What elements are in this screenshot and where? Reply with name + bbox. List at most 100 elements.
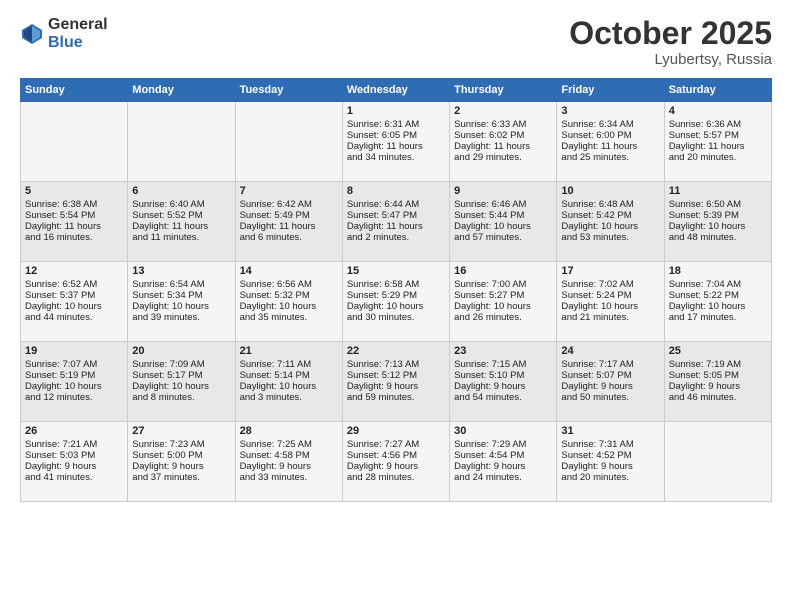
day-info: Daylight: 9 hours <box>561 381 659 392</box>
day-info: and 39 minutes. <box>132 312 230 323</box>
day-info: Daylight: 10 hours <box>240 381 338 392</box>
day-info: Sunset: 5:37 PM <box>25 290 123 301</box>
day-info: Daylight: 9 hours <box>132 461 230 472</box>
calendar-cell <box>235 102 342 182</box>
calendar-cell: 26Sunrise: 7:21 AMSunset: 5:03 PMDayligh… <box>21 422 128 502</box>
day-info: Sunrise: 7:23 AM <box>132 439 230 450</box>
day-number: 13 <box>132 265 230 277</box>
day-info: Daylight: 9 hours <box>347 381 445 392</box>
logo-icon <box>20 22 44 46</box>
day-number: 19 <box>25 345 123 357</box>
day-info: Sunrise: 6:48 AM <box>561 199 659 210</box>
day-number: 4 <box>669 105 767 117</box>
day-info: Sunrise: 7:19 AM <box>669 359 767 370</box>
day-info: Sunset: 5:19 PM <box>25 370 123 381</box>
calendar-cell: 23Sunrise: 7:15 AMSunset: 5:10 PMDayligh… <box>450 342 557 422</box>
day-info: Daylight: 9 hours <box>347 461 445 472</box>
day-info: and 8 minutes. <box>132 392 230 403</box>
day-info: Sunset: 5:05 PM <box>669 370 767 381</box>
day-info: Sunrise: 7:27 AM <box>347 439 445 450</box>
calendar-cell: 6Sunrise: 6:40 AMSunset: 5:52 PMDaylight… <box>128 182 235 262</box>
day-info: Sunset: 5:29 PM <box>347 290 445 301</box>
day-info: Daylight: 10 hours <box>561 301 659 312</box>
calendar-week-row: 1Sunrise: 6:31 AMSunset: 6:05 PMDaylight… <box>21 102 772 182</box>
day-number: 27 <box>132 425 230 437</box>
calendar-cell: 28Sunrise: 7:25 AMSunset: 4:58 PMDayligh… <box>235 422 342 502</box>
day-info: and 59 minutes. <box>347 392 445 403</box>
calendar-week-row: 5Sunrise: 6:38 AMSunset: 5:54 PMDaylight… <box>21 182 772 262</box>
day-info: Daylight: 11 hours <box>240 221 338 232</box>
calendar-page: General Blue October 2025 Lyubertsy, Rus… <box>0 0 792 612</box>
calendar-week-row: 12Sunrise: 6:52 AMSunset: 5:37 PMDayligh… <box>21 262 772 342</box>
day-info: Sunrise: 7:17 AM <box>561 359 659 370</box>
day-number: 1 <box>347 105 445 117</box>
day-info: Daylight: 11 hours <box>454 141 552 152</box>
day-number: 25 <box>669 345 767 357</box>
calendar-cell: 21Sunrise: 7:11 AMSunset: 5:14 PMDayligh… <box>235 342 342 422</box>
day-info: Sunset: 4:58 PM <box>240 450 338 461</box>
day-info: Sunset: 5:12 PM <box>347 370 445 381</box>
day-info: and 28 minutes. <box>347 472 445 483</box>
logo-general-text: General <box>48 16 108 34</box>
logo: General Blue <box>20 16 108 51</box>
day-info: and 48 minutes. <box>669 232 767 243</box>
day-number: 31 <box>561 425 659 437</box>
day-info: Sunset: 6:00 PM <box>561 130 659 141</box>
day-info: Sunset: 5:42 PM <box>561 210 659 221</box>
day-info: Sunrise: 7:04 AM <box>669 279 767 290</box>
day-number: 22 <box>347 345 445 357</box>
day-info: and 21 minutes. <box>561 312 659 323</box>
calendar-cell: 8Sunrise: 6:44 AMSunset: 5:47 PMDaylight… <box>342 182 449 262</box>
calendar-cell: 15Sunrise: 6:58 AMSunset: 5:29 PMDayligh… <box>342 262 449 342</box>
day-info: Daylight: 11 hours <box>347 141 445 152</box>
day-info: Daylight: 10 hours <box>454 301 552 312</box>
day-number: 24 <box>561 345 659 357</box>
day-info: Sunset: 5:24 PM <box>561 290 659 301</box>
day-info: and 2 minutes. <box>347 232 445 243</box>
calendar-cell: 4Sunrise: 6:36 AMSunset: 5:57 PMDaylight… <box>664 102 771 182</box>
calendar-table: SundayMondayTuesdayWednesdayThursdayFrid… <box>20 78 772 502</box>
day-info: Sunrise: 7:13 AM <box>347 359 445 370</box>
day-info: Daylight: 9 hours <box>454 381 552 392</box>
day-info: Sunrise: 6:46 AM <box>454 199 552 210</box>
day-info: Daylight: 10 hours <box>25 381 123 392</box>
day-number: 16 <box>454 265 552 277</box>
day-info: Sunrise: 6:56 AM <box>240 279 338 290</box>
day-info: Daylight: 9 hours <box>454 461 552 472</box>
day-info: Daylight: 10 hours <box>132 381 230 392</box>
day-info: Sunset: 5:47 PM <box>347 210 445 221</box>
calendar-cell: 25Sunrise: 7:19 AMSunset: 5:05 PMDayligh… <box>664 342 771 422</box>
day-info: Sunset: 5:17 PM <box>132 370 230 381</box>
day-info: Sunrise: 6:31 AM <box>347 119 445 130</box>
day-number: 5 <box>25 185 123 197</box>
day-info: Sunrise: 6:58 AM <box>347 279 445 290</box>
calendar-week-row: 19Sunrise: 7:07 AMSunset: 5:19 PMDayligh… <box>21 342 772 422</box>
day-info: Sunrise: 7:00 AM <box>454 279 552 290</box>
day-info: and 12 minutes. <box>25 392 123 403</box>
day-number: 14 <box>240 265 338 277</box>
day-info: and 35 minutes. <box>240 312 338 323</box>
day-info: Sunrise: 6:33 AM <box>454 119 552 130</box>
day-info: and 25 minutes. <box>561 152 659 163</box>
calendar-cell: 24Sunrise: 7:17 AMSunset: 5:07 PMDayligh… <box>557 342 664 422</box>
calendar-cell: 30Sunrise: 7:29 AMSunset: 4:54 PMDayligh… <box>450 422 557 502</box>
day-info: and 34 minutes. <box>347 152 445 163</box>
location: Lyubertsy, Russia <box>569 51 772 68</box>
day-info: Daylight: 10 hours <box>669 301 767 312</box>
day-info: Daylight: 10 hours <box>669 221 767 232</box>
day-info: Daylight: 9 hours <box>240 461 338 472</box>
day-info: and 11 minutes. <box>132 232 230 243</box>
day-info: and 20 minutes. <box>561 472 659 483</box>
day-info: Sunset: 5:10 PM <box>454 370 552 381</box>
day-info: Sunrise: 7:11 AM <box>240 359 338 370</box>
day-info: Sunrise: 6:52 AM <box>25 279 123 290</box>
calendar-cell: 1Sunrise: 6:31 AMSunset: 6:05 PMDaylight… <box>342 102 449 182</box>
weekday-header-monday: Monday <box>128 79 235 102</box>
day-info: and 46 minutes. <box>669 392 767 403</box>
day-info: and 6 minutes. <box>240 232 338 243</box>
weekday-header-thursday: Thursday <box>450 79 557 102</box>
calendar-cell: 5Sunrise: 6:38 AMSunset: 5:54 PMDaylight… <box>21 182 128 262</box>
day-number: 20 <box>132 345 230 357</box>
day-info: Sunrise: 6:40 AM <box>132 199 230 210</box>
weekday-header-saturday: Saturday <box>664 79 771 102</box>
